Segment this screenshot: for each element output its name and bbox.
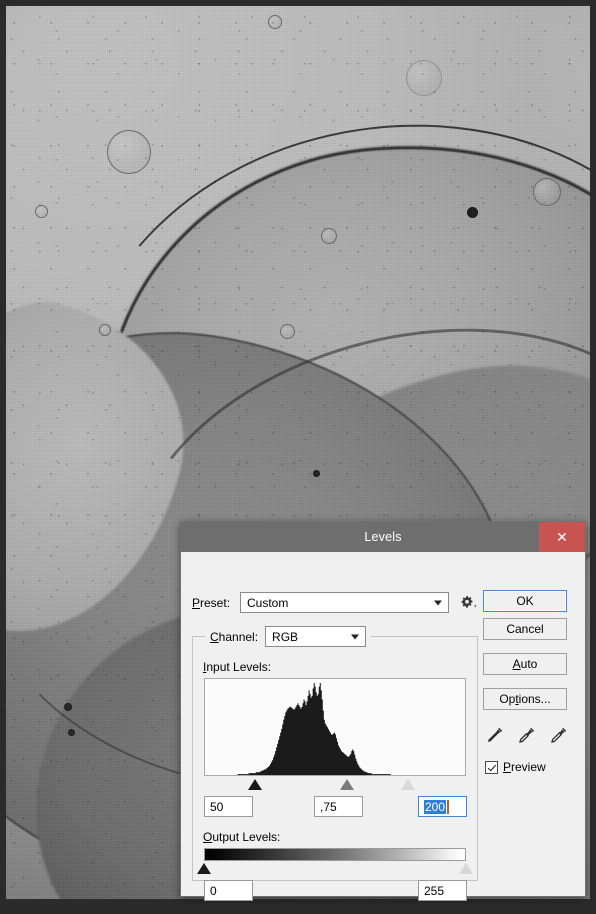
set-gray-point-eyedropper[interactable] — [517, 725, 537, 745]
gamma-slider[interactable] — [339, 779, 354, 790]
output-white-value: 255 — [424, 883, 445, 898]
input-histogram[interactable] — [204, 678, 466, 776]
white-point-slider[interactable] — [401, 779, 416, 790]
channel-value: RGB — [272, 629, 299, 644]
channel-dropdown[interactable]: RGB — [265, 626, 367, 647]
chevron-down-icon — [351, 634, 360, 639]
set-black-point-eyedropper[interactable] — [485, 725, 505, 745]
text-caret — [447, 799, 450, 814]
preset-row: Preset: Custom — [192, 592, 479, 613]
channel-row: Channel: RGB — [205, 626, 372, 647]
preset-dropdown[interactable]: Custom — [240, 592, 449, 613]
output-black-slider[interactable] — [197, 863, 211, 874]
output-white-field[interactable]: 255 — [418, 880, 467, 901]
channel-label: Channel: — [210, 629, 259, 644]
eyedropper-group — [485, 724, 569, 746]
levels-dialog[interactable]: Levels ✕ Preset: Custom Channel: RGB Inp… — [180, 521, 586, 901]
auto-button[interactable]: Auto — [483, 653, 567, 675]
output-gradient-bar — [204, 848, 466, 861]
input-levels-label: Input Levels: — [203, 660, 272, 674]
output-levels-slider[interactable] — [197, 861, 473, 875]
gear-icon[interactable] — [457, 593, 479, 613]
preview-checkbox[interactable] — [485, 760, 498, 774]
output-white-slider[interactable] — [459, 863, 473, 874]
photoshop-canvas: Levels ✕ Preset: Custom Channel: RGB Inp… — [0, 0, 596, 914]
input-levels-slider[interactable] — [204, 777, 466, 793]
preset-label: Preset: — [192, 595, 231, 610]
dialog-titlebar[interactable]: Levels ✕ — [181, 522, 585, 552]
input-white-field[interactable]: 200 — [418, 796, 467, 817]
output-levels-label: Output Levels: — [203, 830, 281, 844]
preview-label: Preview — [503, 760, 546, 774]
input-black-field[interactable]: 50 — [204, 796, 253, 817]
dialog-title: Levels — [364, 530, 402, 544]
chevron-down-icon — [434, 600, 442, 605]
dialog-body: Preset: Custom Channel: RGB Input Levels… — [181, 552, 585, 901]
input-white-value: 200 — [424, 799, 447, 814]
preset-value: Custom — [247, 595, 289, 610]
ok-button[interactable]: OK — [483, 590, 567, 612]
close-glyph: ✕ — [556, 528, 568, 545]
input-gamma-value: ,75 — [320, 799, 337, 814]
preview-checkbox-row[interactable]: Preview — [485, 760, 546, 774]
output-black-field[interactable]: 0 — [204, 880, 253, 901]
black-point-slider[interactable] — [248, 779, 263, 790]
input-black-value: 50 — [210, 799, 224, 814]
cancel-button[interactable]: Cancel — [483, 618, 567, 640]
input-gamma-field[interactable]: ,75 — [314, 796, 363, 817]
histogram-plot — [205, 683, 465, 775]
set-white-point-eyedropper[interactable] — [549, 725, 569, 745]
close-icon[interactable]: ✕ — [539, 522, 585, 552]
options-button[interactable]: Op t ions... — [483, 688, 567, 710]
output-black-value: 0 — [210, 883, 217, 898]
